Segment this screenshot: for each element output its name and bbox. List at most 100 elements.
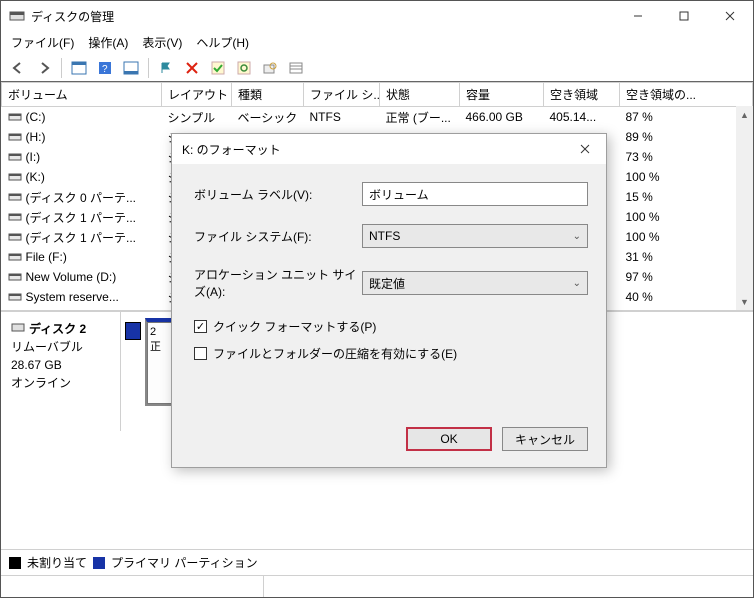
legend-swatch-primary xyxy=(93,557,105,569)
forward-button[interactable] xyxy=(33,57,55,79)
cell-layout: シンプル xyxy=(162,107,232,128)
cell-freepct: 87 % xyxy=(620,107,753,128)
scroll-down-icon[interactable]: ▼ xyxy=(736,293,753,310)
partition-line2: 正 xyxy=(150,338,170,354)
help-icon[interactable]: ? xyxy=(94,57,116,79)
col-filesystem[interactable]: ファイル シ... xyxy=(304,83,380,107)
disk-management-window: ディスクの管理 ファイル(F) 操作(A) 表示(V) ヘルプ(H) ? xyxy=(0,0,754,598)
disk-device-icon xyxy=(11,320,25,338)
disk-state: オンライン xyxy=(11,374,110,392)
allocation-value: 既定値 xyxy=(369,275,405,292)
chevron-down-icon: ⌄ xyxy=(573,231,581,242)
cell-type: ベーシック xyxy=(232,107,304,128)
volume-name: (ディスク 1 パーテ... xyxy=(26,209,137,226)
cell-freepct: 89 % xyxy=(620,127,753,147)
volume-name: (H:) xyxy=(26,130,46,144)
volume-icon xyxy=(8,152,22,162)
volume-icon xyxy=(8,112,22,122)
disk-header-block xyxy=(125,322,141,340)
cell-freepct: 100 % xyxy=(620,167,753,187)
table-row[interactable]: (C:)シンプルベーシックNTFS正常 (ブー...466.00 GB405.1… xyxy=(2,107,753,128)
volume-icon xyxy=(8,272,22,282)
close-button[interactable] xyxy=(707,1,753,31)
statusbar xyxy=(1,575,753,597)
view-top-icon[interactable] xyxy=(68,57,90,79)
chevron-down-icon: ⌄ xyxy=(573,278,581,289)
volume-name: (K:) xyxy=(26,170,45,184)
cell-freepct: 99 % xyxy=(620,307,753,311)
volume-icon xyxy=(8,292,22,302)
cell-capacity: 466.00 GB xyxy=(460,107,544,128)
app-icon xyxy=(9,8,25,24)
allocation-select[interactable]: 既定値 ⌄ xyxy=(362,271,588,295)
col-layout[interactable]: レイアウト xyxy=(162,83,232,107)
volume-name: Work (E:) xyxy=(26,310,76,311)
col-volume[interactable]: ボリューム xyxy=(2,83,162,107)
flag-icon[interactable] xyxy=(155,57,177,79)
disk-size: 28.67 GB xyxy=(11,356,110,374)
label-volume-label: ボリューム ラベル(V): xyxy=(194,186,362,203)
volume-name: File (F:) xyxy=(26,250,67,264)
volume-icon xyxy=(8,172,22,182)
volume-icon xyxy=(8,232,22,242)
list-icon[interactable] xyxy=(285,57,307,79)
volume-icon xyxy=(8,192,22,202)
col-type[interactable]: 種類 xyxy=(232,83,304,107)
cancel-button[interactable]: キャンセル xyxy=(502,427,588,451)
disk-name: ディスク 2 xyxy=(29,320,86,338)
legend: 未割り当て プライマリ パーティション xyxy=(1,549,753,575)
partition-line1: 2 xyxy=(150,326,170,338)
disk-media: リムーバブル xyxy=(11,338,110,356)
menu-file[interactable]: ファイル(F) xyxy=(5,32,80,53)
volume-name: System reserve... xyxy=(26,290,119,304)
legend-unallocated: 未割り当て xyxy=(27,554,87,571)
label-allocation: アロケーション ユニット サイズ(A): xyxy=(194,266,362,300)
col-free[interactable]: 空き領域 xyxy=(544,83,620,107)
find-icon[interactable] xyxy=(259,57,281,79)
volume-label-input[interactable] xyxy=(362,182,588,206)
scrollbar[interactable]: ▲ ▼ xyxy=(736,106,753,310)
svg-text:?: ? xyxy=(102,64,108,75)
cell-freepct: 40 % xyxy=(620,287,753,307)
ok-button[interactable]: OK xyxy=(406,427,492,451)
scroll-up-icon[interactable]: ▲ xyxy=(736,106,753,123)
col-capacity[interactable]: 容量 xyxy=(460,83,544,107)
menubar: ファイル(F) 操作(A) 表示(V) ヘルプ(H) xyxy=(1,31,753,53)
cell-fs: NTFS xyxy=(304,107,380,128)
legend-primary: プライマリ パーティション xyxy=(111,554,258,571)
minimize-button[interactable] xyxy=(615,1,661,31)
window-title: ディスクの管理 xyxy=(31,8,615,25)
volume-icon xyxy=(8,212,22,222)
menu-action[interactable]: 操作(A) xyxy=(82,32,134,53)
dialog-close-button[interactable] xyxy=(570,136,600,162)
maximize-button[interactable] xyxy=(661,1,707,31)
cell-freepct: 100 % xyxy=(620,207,753,227)
refresh-icon[interactable] xyxy=(233,57,255,79)
volume-name: (C:) xyxy=(26,110,46,124)
col-status[interactable]: 状態 xyxy=(380,83,460,107)
view-bottom-icon[interactable] xyxy=(120,57,142,79)
cell-free: 405.14... xyxy=(544,107,620,128)
volume-icon xyxy=(8,132,22,142)
label-quick-format: クイック フォーマットする(P) xyxy=(213,318,376,335)
delete-icon[interactable] xyxy=(181,57,203,79)
volume-name: (ディスク 0 パーテ... xyxy=(26,189,137,206)
titlebar: ディスクの管理 xyxy=(1,1,753,31)
dialog-title: K: のフォーマット xyxy=(182,141,570,158)
col-freepct[interactable]: 空き領域の... xyxy=(620,83,753,107)
quick-format-checkbox[interactable]: ✓ xyxy=(194,320,207,333)
volume-name: (ディスク 1 パーテ... xyxy=(26,229,137,246)
cell-freepct: 97 % xyxy=(620,267,753,287)
menu-view[interactable]: 表示(V) xyxy=(136,32,188,53)
filesystem-select[interactable]: NTFS ⌄ xyxy=(362,224,588,248)
cell-freepct: 31 % xyxy=(620,247,753,267)
cell-freepct: 100 % xyxy=(620,227,753,247)
format-dialog: K: のフォーマット ボリューム ラベル(V): ファイル システム(F): N… xyxy=(171,133,607,468)
toolbar: ? xyxy=(1,53,753,81)
back-button[interactable] xyxy=(7,57,29,79)
compression-checkbox[interactable] xyxy=(194,347,207,360)
dialog-titlebar: K: のフォーマット xyxy=(172,134,606,164)
cell-freepct: 15 % xyxy=(620,187,753,207)
check-icon[interactable] xyxy=(207,57,229,79)
menu-help[interactable]: ヘルプ(H) xyxy=(190,32,255,53)
